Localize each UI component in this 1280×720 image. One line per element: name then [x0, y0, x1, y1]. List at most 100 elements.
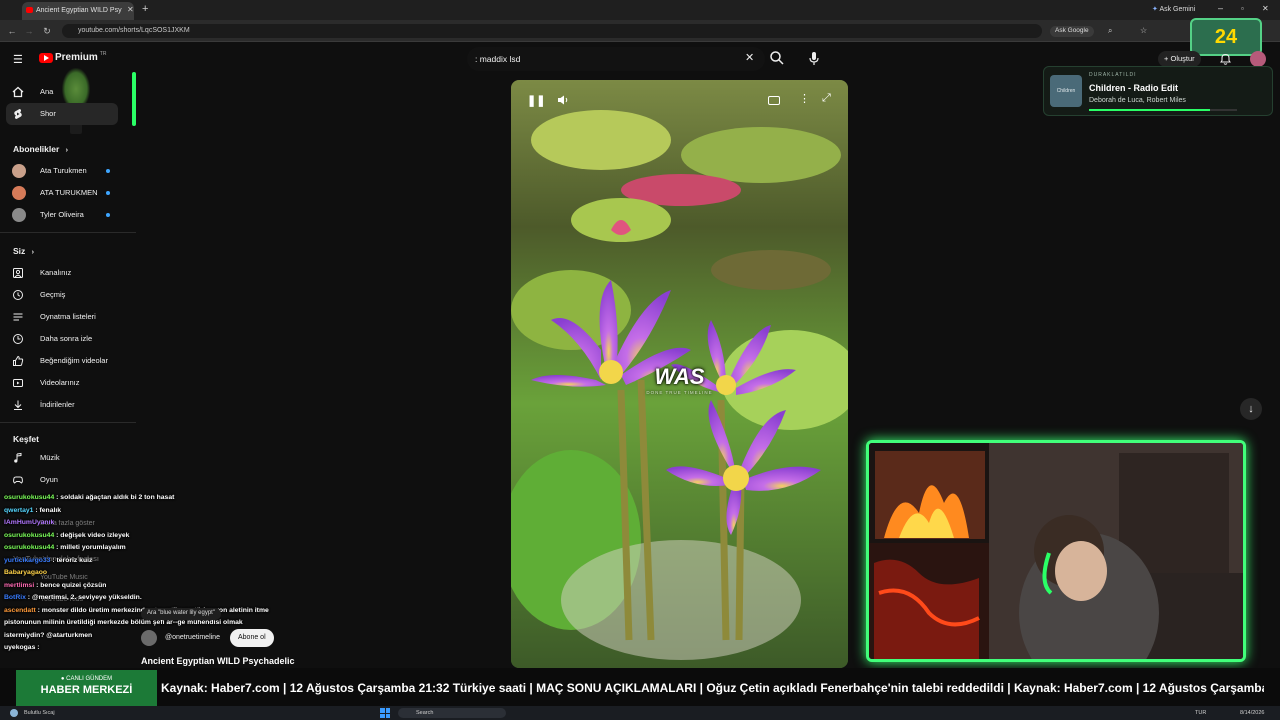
sidebar-item-liked-videos[interactable]: Beğendiğim videolar [0, 350, 136, 372]
shorts-icon [12, 108, 24, 120]
subscriptions-heading-label: Abonelikler [13, 144, 60, 154]
playback-status: DURAKLATILDI [1089, 72, 1137, 78]
zoom-icon[interactable]: ⌕ [1108, 26, 1112, 36]
sidebar-item-subscription[interactable]: Ata Turukmen [0, 160, 136, 182]
sidebar-item-label: Kanalınız [40, 268, 72, 277]
avatar[interactable] [1250, 51, 1266, 67]
chat-username[interactable]: BotRix [4, 594, 26, 601]
search-input[interactable]: : maddix lsd [467, 47, 765, 71]
more-options-icon[interactable]: ⋮ [799, 92, 810, 105]
chat-username[interactable]: IAmHumUyanık [4, 519, 54, 526]
minimize-icon[interactable]: – [1218, 3, 1223, 13]
sidebar-scrollbar[interactable] [132, 72, 136, 126]
sidebar-item-your-videos[interactable]: Videolarınız [0, 372, 136, 394]
ticker-badge-live: ● CANLI GÜNDEM [60, 676, 113, 682]
chat-text: : soldaki ağaçtan aldık bi 2 ton hasat [54, 494, 175, 501]
avatar[interactable] [141, 630, 157, 646]
fullscreen-icon[interactable]: ⤢ [822, 92, 831, 105]
close-window-icon[interactable]: ✕ [1262, 4, 1269, 13]
notifications-button[interactable] [1219, 52, 1232, 66]
microphone-icon [809, 52, 819, 65]
sidebar-item-label: Beğendiğim videolar [40, 356, 108, 365]
ticker-headline: Kaynak: Haber7.com | 12 Ağustos Çarşamba… [161, 681, 1264, 695]
sidebar-item-history[interactable]: Geçmiş [0, 284, 136, 306]
sidebar-item-shorts[interactable]: Shor [6, 103, 118, 125]
chat-text: : [35, 644, 40, 651]
chat-message: ascendatt : monster dildo üretim merkezi… [4, 607, 269, 614]
sidebar-item-playlists[interactable]: Oynatma listeleri [0, 306, 136, 328]
url-field[interactable]: youtube.com/shorts/LqcSOS1JXKM [62, 24, 1042, 38]
captions-icon[interactable] [768, 96, 780, 105]
pause-icon[interactable]: ❚❚ [527, 94, 545, 107]
chat-message: osurukokusu44 : milleti yorumlayalım [4, 544, 126, 551]
chat-text: istermiydin? @atarturkmen [4, 631, 93, 639]
now-playing-card[interactable]: Children DURAKLATILDI Children - Radio E… [1043, 66, 1273, 116]
hamburger-menu-icon[interactable]: ☰ [13, 53, 23, 66]
volume-icon[interactable] [557, 94, 569, 106]
caption-word: WAS [654, 364, 705, 389]
subscription-label: ATA TURUKMEN [40, 188, 98, 197]
youtube-logo[interactable]: Premium TR [39, 51, 106, 63]
logo-premium-text: Premium [55, 52, 98, 63]
channel-handle[interactable]: @onetruetimeline [165, 634, 220, 641]
sidebar-item-downloads[interactable]: İndirilenler [0, 394, 136, 416]
you-heading[interactable]: Siz › [13, 246, 34, 256]
subscriptions-heading[interactable]: Abonelikler › [13, 144, 68, 154]
chat-username[interactable]: uyekogas [4, 644, 35, 651]
like-icon [12, 355, 24, 367]
music-icon [12, 452, 24, 464]
chat-username[interactable]: osurukokusu44 [4, 544, 54, 551]
reload-icon[interactable]: ↻ [41, 24, 53, 38]
close-tab-icon[interactable]: ✕ [127, 5, 134, 14]
input-language[interactable]: TUR [1195, 710, 1206, 716]
ask-gemini-button[interactable]: ✦ Ask Gemini [1152, 5, 1195, 13]
start-windows-icon[interactable] [380, 708, 390, 718]
chat-username[interactable]: ascendatt [4, 607, 36, 614]
search-button[interactable] [769, 50, 785, 66]
clear-search-icon[interactable]: ✕ [745, 51, 754, 64]
chat-message: yurticikargo33 : teroriz kuiz [4, 557, 92, 564]
taskbar-date: 8/14/2026 [1240, 710, 1265, 716]
ticker-badge-title: HABER MERKEZİ [40, 684, 133, 696]
ask-google-button[interactable]: Ask Google [1050, 26, 1094, 37]
subscribe-label: Abone ol [238, 634, 266, 641]
video-caption: WAS DONE TRUE TIMELINE [511, 364, 848, 395]
sidebar-item-music[interactable]: Müzik [0, 447, 136, 469]
sidebar-item-your-channel[interactable]: Kanalınız [0, 262, 136, 284]
short-title[interactable]: Ancient Egyptian WILD Psychadelic [141, 656, 295, 666]
sidebar-item-label: Videolarınız [40, 378, 80, 387]
search-suggestion-chip[interactable]: Ara "blue water lily egypt" [141, 608, 221, 620]
overlay-timer-value: 24 [1214, 26, 1238, 48]
chat-username[interactable]: mertlimsi [4, 582, 34, 589]
chevron-right-icon: › [65, 147, 69, 154]
weather-text: Bulutlu Sıcaj [24, 710, 55, 716]
sidebar-item-label: İndirilenler [40, 400, 75, 409]
sidebar-item-watch-later[interactable]: Daha sonra izle [0, 328, 136, 350]
bookmark-star-icon[interactable]: ☆ [1140, 26, 1147, 35]
chat-message: BotRix : @mertimsi, 2. seviyeye yükseldi… [4, 594, 142, 601]
forward-icon[interactable]: → [23, 24, 35, 38]
explore-heading: Keşfet [13, 434, 39, 444]
chat-username[interactable]: qwertay1 [4, 507, 33, 514]
chat-text: : fenalık [33, 506, 62, 514]
taskbar-search[interactable]: Search [398, 708, 506, 718]
chat-text: : değişek video izleyek [54, 531, 130, 539]
chat-username[interactable]: osurukokusu44 [4, 532, 54, 539]
sidebar-item-home[interactable]: Ana [0, 81, 136, 103]
next-short-button[interactable]: ↓ [1240, 398, 1262, 420]
chat-username[interactable]: yurticikargo33 [4, 557, 50, 564]
sidebar-item-subscription[interactable]: ATA TURUKMEN [0, 182, 136, 204]
chat-username[interactable]: osurukokusu44 [4, 494, 54, 501]
sidebar-item-subscription[interactable]: Tyler Oliveira [0, 204, 136, 226]
create-button[interactable]: + Oluştur [1158, 51, 1201, 67]
subscribe-button[interactable]: Abone ol [230, 629, 274, 647]
back-icon[interactable]: ← [6, 24, 18, 38]
maximize-icon[interactable]: ▫ [1241, 4, 1244, 13]
chat-username[interactable]: Babaryagaoo [4, 569, 47, 576]
voice-search-button[interactable] [807, 51, 821, 66]
browser-tab[interactable]: Ancient Egyptian WILD Psy [22, 2, 134, 20]
tab-title: Ancient Egyptian WILD Psy [36, 7, 122, 14]
sidebar-item-gaming[interactable]: Oyun [0, 469, 136, 491]
track-artist: Deborah de Luca, Robert Miles [1089, 97, 1186, 104]
new-tab-icon[interactable]: + [142, 3, 148, 15]
